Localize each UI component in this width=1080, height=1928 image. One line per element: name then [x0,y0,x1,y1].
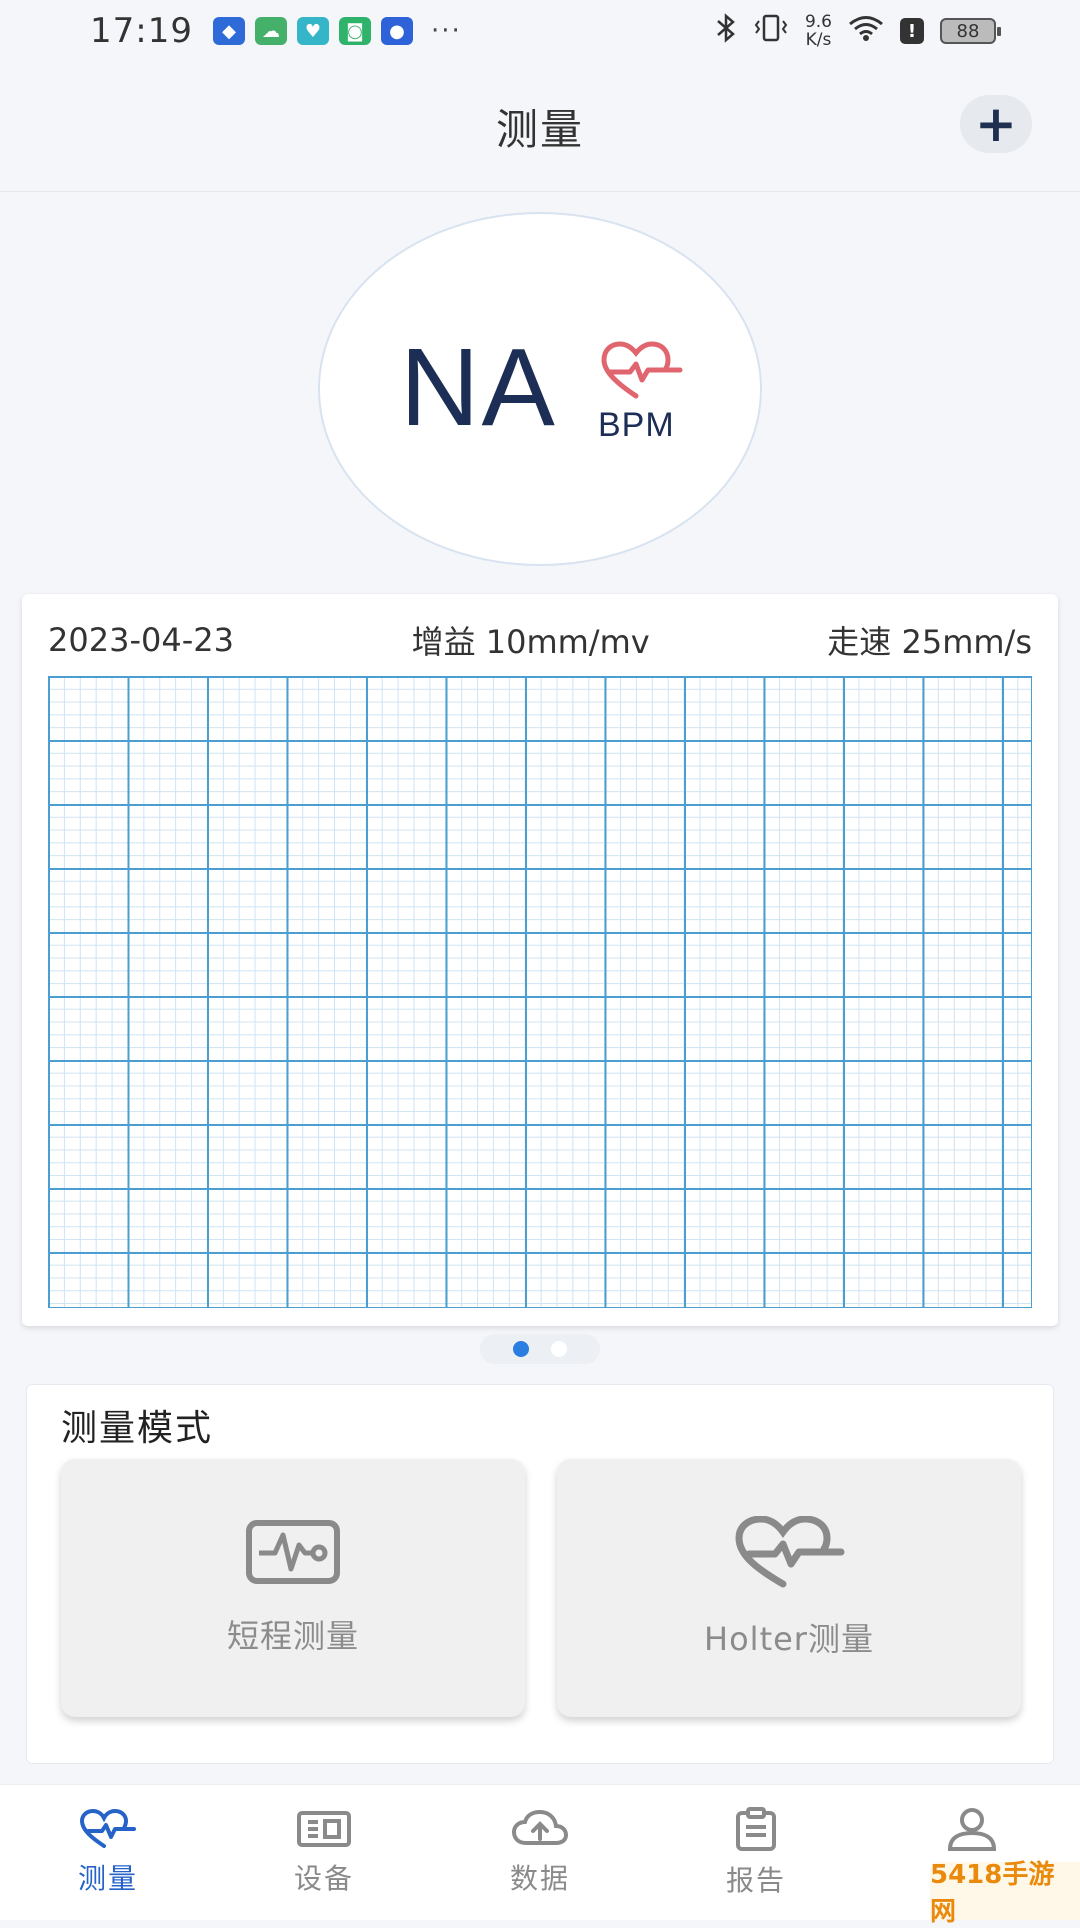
nav-label-measure: 测量 [77,1861,138,1895]
nav-label-data: 数据 [509,1861,570,1895]
status-more-icon: ··· [430,16,462,46]
status-time: 17:19 [90,11,193,51]
measure-mode-title: 测量模式 [61,1408,214,1449]
page-title: 测量 [495,105,584,154]
page-indicator [480,1334,600,1364]
net-speed: 9.6 K/s [805,13,832,49]
net-speed-value: 9.6 [804,12,832,32]
holter-measure-button[interactable]: Holter测量 [557,1459,1021,1717]
ecg-grid [48,676,1032,1308]
cloud-app-icon: ☁ [254,17,287,45]
nav-label-report: 报告 [725,1863,786,1897]
nav-item-device[interactable]: 设备 [234,1809,414,1897]
diamond-app-icon: ◆ [212,17,245,45]
bottom-nav: 测量 设备 数据 报告 我的 [0,1784,1080,1920]
alert-icon: ! [900,18,924,44]
watermark-logo: 5418手游网 [930,1860,1080,1927]
page-dot-active[interactable] [513,1341,529,1357]
heart-app-icon: ♥ [296,17,329,45]
heart-rate-value: NA [400,326,557,449]
heart-rate-unit: BPM [598,406,675,444]
vibrate-icon [753,13,789,49]
cloud-upload-icon [511,1809,569,1845]
bulb-app-icon: ● [380,17,413,45]
nav-item-measure[interactable]: 测量 [18,1808,198,1897]
clipboard-icon [736,1806,776,1851]
mi-app-icon: ◙ [338,17,371,45]
measure-mode-card: 测量模式 短程测量 Holter测量 [26,1384,1054,1764]
nav-item-report[interactable]: 报告 [666,1806,846,1899]
short-measure-button[interactable]: 短程测量 [61,1459,525,1717]
status-bar: 17:19 ◆ ☁ ♥ ◙ ● ··· 9.6 K/s ! 88 [0,0,1080,62]
page-dot[interactable] [551,1341,567,1357]
net-speed-unit: K/s [805,30,832,50]
heart-pulse-icon [79,1808,136,1848]
nav-label-device: 设备 [293,1861,354,1895]
status-bar-left: 17:19 ◆ ☁ ♥ ◙ ● ··· [90,11,462,51]
status-bar-right: 9.6 K/s ! 88 [715,13,1001,49]
wifi-icon [848,14,884,48]
ecg-monitor-icon [246,1520,340,1584]
add-button[interactable]: + [960,95,1032,153]
ecg-speed: 走速 25mm/s [827,623,1032,661]
ecg-date: 2023-04-23 [48,621,234,659]
holter-measure-label: Holter测量 [704,1620,874,1658]
short-measure-label: 短程测量 [226,1617,359,1655]
bluetooth-icon [715,13,737,49]
battery-icon: 88 [940,18,1001,44]
ecg-chart-card[interactable]: 2023-04-23 增益 10mm/mv 走速 25mm/s [22,594,1058,1326]
heart-pulse-icon [735,1516,845,1588]
heart-pulse-icon [596,340,688,402]
ecg-header: 2023-04-23 增益 10mm/mv 走速 25mm/s [48,616,1032,664]
nav-item-data[interactable]: 数据 [450,1809,630,1897]
app-bar: 测量 + [0,62,1080,192]
device-icon [297,1810,351,1847]
heart-rate-display: NA BPM [318,212,762,566]
user-icon [947,1807,997,1851]
ecg-gain: 增益 10mm/mv [411,623,650,661]
